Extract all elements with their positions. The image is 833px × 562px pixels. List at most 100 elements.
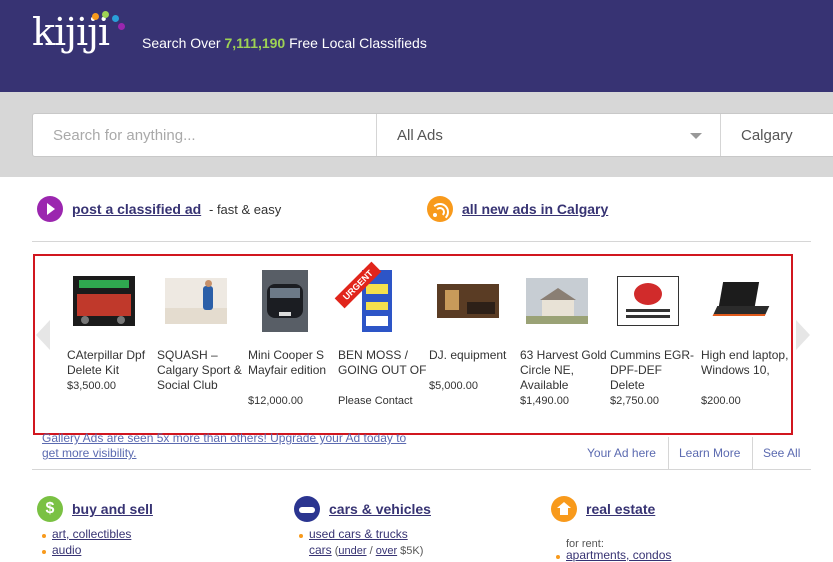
truck-ad-image[interactable] — [73, 276, 135, 326]
ad-price: $3,500.00 — [67, 380, 116, 392]
see-all-link[interactable]: See All — [763, 446, 800, 460]
under-5k-link[interactable]: under — [338, 545, 366, 557]
ad-title[interactable]: Mini Cooper S Mayfair edition — [248, 348, 338, 378]
squash-player-image[interactable] — [165, 278, 227, 324]
gallery-ad-item[interactable]: Mini Cooper S Mayfair edition $12,000.00 — [248, 268, 336, 418]
thumb-logo — [634, 283, 662, 305]
thumb-wheel — [81, 316, 89, 324]
ad-title[interactable]: BEN MOSS / GOING OUT OF — [338, 348, 428, 378]
learn-more-link[interactable]: Learn More — [679, 446, 740, 460]
ad-title[interactable]: Cummins EGR-DPF-DEF Delete — [610, 348, 700, 393]
bullet — [299, 534, 303, 538]
thumb-laptop-base — [712, 306, 770, 316]
thumb-flyer-band — [366, 284, 388, 294]
ad-price: Please Contact — [338, 395, 413, 407]
location-select[interactable]: Calgary — [720, 114, 833, 156]
gallery-ad-item[interactable]: 63 Harvest Gold Circle NE, Available $1,… — [520, 268, 608, 418]
category-select[interactable]: All Ads — [376, 114, 720, 156]
gallery-ad-item[interactable]: CAterpillar Dpf Delete Kit $3,500.00 — [67, 268, 155, 418]
divider — [752, 437, 753, 469]
thumb-flyer-band — [366, 302, 388, 310]
cars-price-filter: cars (under / over $5K) — [309, 543, 423, 557]
ad-price: $200.00 — [701, 395, 741, 407]
post-ad-link[interactable]: post a classified ad — [72, 201, 201, 217]
thumb-laptop-screen — [718, 282, 760, 306]
bullet — [42, 550, 46, 554]
thumb-player — [203, 286, 213, 310]
ad-price: $2,750.00 — [610, 395, 659, 407]
dollar-icon: $ — [37, 496, 63, 522]
house-body — [560, 508, 568, 515]
ad-price: $5,000.00 — [429, 380, 478, 392]
bullet — [556, 555, 560, 559]
over-5k-link[interactable]: over — [376, 545, 397, 557]
play-arrow-icon[interactable] — [37, 196, 63, 222]
category-buy-and-sell[interactable]: buy and sell — [72, 501, 153, 517]
thumb-wheel — [117, 316, 125, 324]
subcategory-link[interactable]: art, collectibles — [52, 527, 131, 541]
car-icon — [294, 496, 320, 522]
thumb-windshield — [270, 288, 300, 298]
mini-cooper-image[interactable] — [262, 270, 308, 332]
thumb-plate — [279, 312, 291, 316]
cars-link[interactable]: cars — [309, 543, 332, 557]
thumb-head — [205, 280, 212, 287]
gallery-ad-item[interactable]: SQUASH – Calgary Sport & Social Club — [157, 268, 245, 418]
category-cars-vehicles[interactable]: cars & vehicles — [329, 501, 431, 517]
gallery-ad-item[interactable]: Cummins EGR-DPF-DEF Delete $2,750.00 — [610, 268, 698, 418]
gallery-ad-item[interactable]: DJ. equipment $5,000.00 — [429, 268, 517, 418]
dj-room-image[interactable] — [437, 284, 499, 318]
all-new-ads-link[interactable]: all new ads in Calgary — [462, 201, 608, 217]
tagline-suffix: Free Local Classifieds — [285, 35, 427, 51]
house-icon — [551, 496, 577, 522]
divider — [32, 469, 811, 470]
site-tagline: Search Over 7,111,190 Free Local Classif… — [142, 35, 427, 51]
thumb-truck — [77, 294, 131, 316]
gallery-ad-item[interactable]: URGENT BEN MOSS / GOING OUT OF Please Co… — [334, 261, 428, 418]
thumb-text-line — [626, 315, 670, 318]
search-band: All Ads Calgary — [0, 92, 833, 177]
search-bar: All Ads Calgary — [32, 113, 833, 157]
divider — [668, 437, 669, 469]
ad-title[interactable]: CAterpillar Dpf Delete Kit — [67, 348, 157, 378]
price-note: $5K) — [397, 545, 424, 557]
chevron-down-icon — [690, 133, 702, 139]
car-body — [299, 507, 315, 513]
logo-dot-orange — [92, 13, 99, 20]
carousel-next-icon[interactable] — [796, 320, 812, 350]
carousel-prev-icon[interactable] — [36, 320, 50, 350]
thumb-window — [445, 290, 459, 310]
ad-title[interactable]: 63 Harvest Gold Circle NE, Available — [520, 348, 610, 393]
search-input[interactable] — [33, 114, 376, 156]
your-ad-here-link[interactable]: Your Ad here — [587, 446, 656, 460]
laptop-image[interactable] — [709, 278, 771, 324]
ad-price: $12,000.00 — [248, 395, 304, 407]
ad-count: 7,111,190 — [224, 35, 286, 51]
site-header: kijiji Search Over 7,111,190 Free Local … — [0, 0, 833, 92]
slash: / — [366, 545, 376, 557]
gallery-ad-item[interactable]: High end laptop, Windows 10, $200.00 — [701, 268, 789, 418]
thumb-equipment — [467, 302, 495, 314]
ad-title[interactable]: DJ. equipment — [429, 348, 519, 363]
gallery-upgrade-link[interactable]: Gallery Ads are seen 5x more than others… — [42, 431, 422, 461]
subcategory-link[interactable]: apartments, condos — [566, 548, 671, 562]
location-value: Calgary — [741, 127, 793, 144]
subcategory-link[interactable]: audio — [52, 543, 81, 557]
subcategory-link[interactable]: used cars & trucks — [309, 527, 408, 541]
house-image[interactable] — [526, 278, 588, 324]
ad-title[interactable]: SQUASH – Calgary Sport & Social Club — [157, 348, 247, 393]
tagline-prefix: Search Over — [142, 35, 225, 51]
logo-dot-purple — [118, 23, 125, 30]
bullet — [42, 534, 46, 538]
divider — [32, 241, 811, 242]
category-real-estate[interactable]: real estate — [586, 501, 655, 517]
dollar-glyph: $ — [45, 500, 55, 517]
thumb-lawn — [526, 316, 588, 324]
thumb-text-line — [626, 309, 670, 312]
kijiji-logo[interactable]: kijiji — [32, 8, 125, 60]
cummins-ad-image[interactable] — [617, 276, 679, 326]
thumb-flyer-band — [366, 316, 388, 326]
rss-feed-icon[interactable] — [427, 196, 453, 222]
ad-title[interactable]: High end laptop, Windows 10, — [701, 348, 791, 378]
category-value: All Ads — [397, 127, 443, 144]
